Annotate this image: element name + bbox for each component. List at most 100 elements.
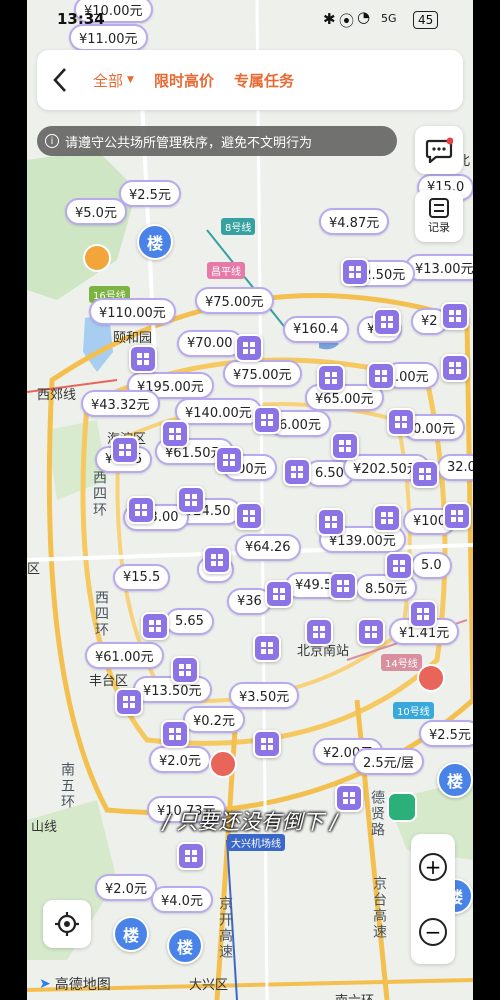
locate-button[interactable] <box>43 900 91 948</box>
task-cluster-icon[interactable] <box>111 436 139 464</box>
price-pin[interactable]: ¥4.0元 <box>151 886 213 913</box>
tab-exclusive-task-label: 专属任务 <box>233 71 294 90</box>
road-label: 西四环 <box>93 590 109 638</box>
task-cluster-icon[interactable] <box>341 258 369 286</box>
task-cluster-icon[interactable] <box>373 504 401 532</box>
task-cluster-icon[interactable] <box>235 334 263 362</box>
metro-line-badge: 8号线 <box>221 218 256 235</box>
right-black-bar <box>473 0 500 1000</box>
price-pin[interactable]: ¥75.00元 <box>195 287 274 314</box>
price-pin[interactable]: ¥2.0元 <box>95 874 157 901</box>
tab-exclusive-task[interactable]: 专属任务 <box>224 70 304 91</box>
price-pin[interactable]: 32.00 <box>437 454 473 481</box>
building-marker[interactable]: 楼 <box>167 928 203 964</box>
tab-limited-price[interactable]: 限时高价 <box>144 70 224 91</box>
price-pin[interactable]: 5.0 <box>411 552 452 579</box>
price-pin[interactable]: ¥2.0元 <box>149 746 211 773</box>
wifi-icon: ◔ <box>357 8 371 26</box>
task-cluster-icon[interactable] <box>203 546 231 574</box>
road-label: 西四环 <box>91 470 107 518</box>
task-cluster-icon[interactable] <box>441 302 469 330</box>
task-cluster-icon[interactable] <box>215 446 243 474</box>
zoom-in-button[interactable]: + <box>419 852 447 881</box>
task-cluster-icon[interactable] <box>317 508 345 536</box>
location-marker-red[interactable] <box>417 664 445 692</box>
task-cluster-icon[interactable] <box>443 502 471 530</box>
task-cluster-icon[interactable] <box>317 364 345 392</box>
price-pin[interactable]: ¥2.5元 <box>119 180 181 207</box>
task-cluster-icon[interactable] <box>177 842 205 870</box>
plus-icon: + <box>424 854 442 879</box>
task-cluster-icon[interactable] <box>161 720 189 748</box>
task-cluster-icon[interactable] <box>253 406 281 434</box>
price-pin[interactable]: ¥64.26 <box>235 534 301 561</box>
task-cluster-icon[interactable] <box>127 496 155 524</box>
list-icon <box>429 198 449 218</box>
building-marker[interactable]: 楼 <box>137 224 173 260</box>
price-pin[interactable]: ¥2.5元 <box>419 720 473 747</box>
task-cluster-icon[interactable] <box>331 432 359 460</box>
crosshair-icon <box>55 912 79 936</box>
task-cluster-icon[interactable] <box>141 612 169 640</box>
task-cluster-icon[interactable] <box>409 600 437 628</box>
price-pin[interactable]: ¥75.00元 <box>223 360 302 387</box>
chat-bubble-icon <box>425 137 453 163</box>
task-cluster-icon[interactable] <box>161 420 189 448</box>
building-marker[interactable]: 楼 <box>113 916 149 952</box>
map-place-label: 丰台区 <box>89 674 129 689</box>
task-cluster-icon[interactable] <box>253 730 281 758</box>
amap-arrow-icon: ➤ <box>39 976 51 992</box>
left-black-bar <box>0 0 27 1000</box>
task-cluster-icon[interactable] <box>329 572 357 600</box>
task-cluster-icon[interactable] <box>441 354 469 382</box>
bluetooth-icon: ✱ <box>323 10 336 28</box>
map-place-label: 西郊线 <box>37 388 77 403</box>
chat-button[interactable] <box>415 126 463 174</box>
map-place-label: 颐和园 <box>113 331 153 346</box>
location-marker-orange[interactable] <box>83 244 111 272</box>
price-pin[interactable]: ¥4.87元 <box>319 208 390 235</box>
task-cluster-icon[interactable] <box>385 552 413 580</box>
caret-down-icon: ▼ <box>127 75 134 85</box>
price-pin[interactable]: ¥5.0元 <box>65 198 127 225</box>
metro-line-badge: 10号线 <box>393 702 434 719</box>
battery-level: 45 <box>418 13 434 27</box>
task-cluster-icon[interactable] <box>265 580 293 608</box>
price-pin[interactable]: ¥13.00元 <box>405 254 473 281</box>
price-pin[interactable]: ¥70.00 <box>177 330 243 357</box>
price-pin[interactable]: ¥43.32元 <box>81 390 160 417</box>
task-cluster-icon[interactable] <box>357 618 385 646</box>
task-cluster-icon[interactable] <box>367 362 395 390</box>
task-cluster-icon[interactable] <box>253 634 281 662</box>
price-pin[interactable]: ¥0.2元 <box>183 706 245 733</box>
info-icon: i <box>45 134 59 148</box>
price-pin[interactable]: ¥110.00元 <box>89 298 176 325</box>
task-cluster-icon[interactable] <box>115 688 143 716</box>
task-cluster-icon[interactable] <box>373 308 401 336</box>
task-cluster-icon[interactable] <box>129 345 157 373</box>
record-button[interactable]: 记录 <box>415 190 463 242</box>
task-cluster-icon[interactable] <box>171 656 199 684</box>
price-pin[interactable]: ¥15.5 <box>113 564 171 591</box>
task-cluster-icon[interactable] <box>283 458 311 486</box>
task-cluster-icon[interactable] <box>305 618 333 646</box>
back-button[interactable] <box>37 50 83 110</box>
price-pin[interactable]: 5.65 <box>165 608 214 635</box>
task-cluster-icon[interactable] <box>177 486 205 514</box>
metro-line-badge: 昌平线 <box>207 262 245 279</box>
price-pin[interactable]: ¥61.00元 <box>85 642 164 669</box>
price-pin[interactable]: 2.5元/层 <box>353 748 425 775</box>
battery-icon: 45 <box>413 11 439 29</box>
location-marker-red[interactable] <box>209 750 237 778</box>
price-pin[interactable]: ¥3.50元 <box>229 682 300 709</box>
price-pin[interactable]: ¥140.00元 <box>175 398 262 425</box>
building-marker[interactable]: 楼 <box>437 762 473 798</box>
task-cluster-icon[interactable] <box>411 460 439 488</box>
road-label: 京开高速 <box>217 896 233 960</box>
price-pin[interactable]: ¥160.4 <box>283 316 349 343</box>
task-cluster-icon[interactable] <box>387 408 415 436</box>
task-cluster-icon[interactable] <box>235 502 263 530</box>
tab-all[interactable]: 全部 ▼ <box>83 70 144 91</box>
top-filter-bar: 全部 ▼ 限时高价 专属任务 <box>37 50 463 110</box>
zoom-out-button[interactable]: − <box>419 917 447 946</box>
